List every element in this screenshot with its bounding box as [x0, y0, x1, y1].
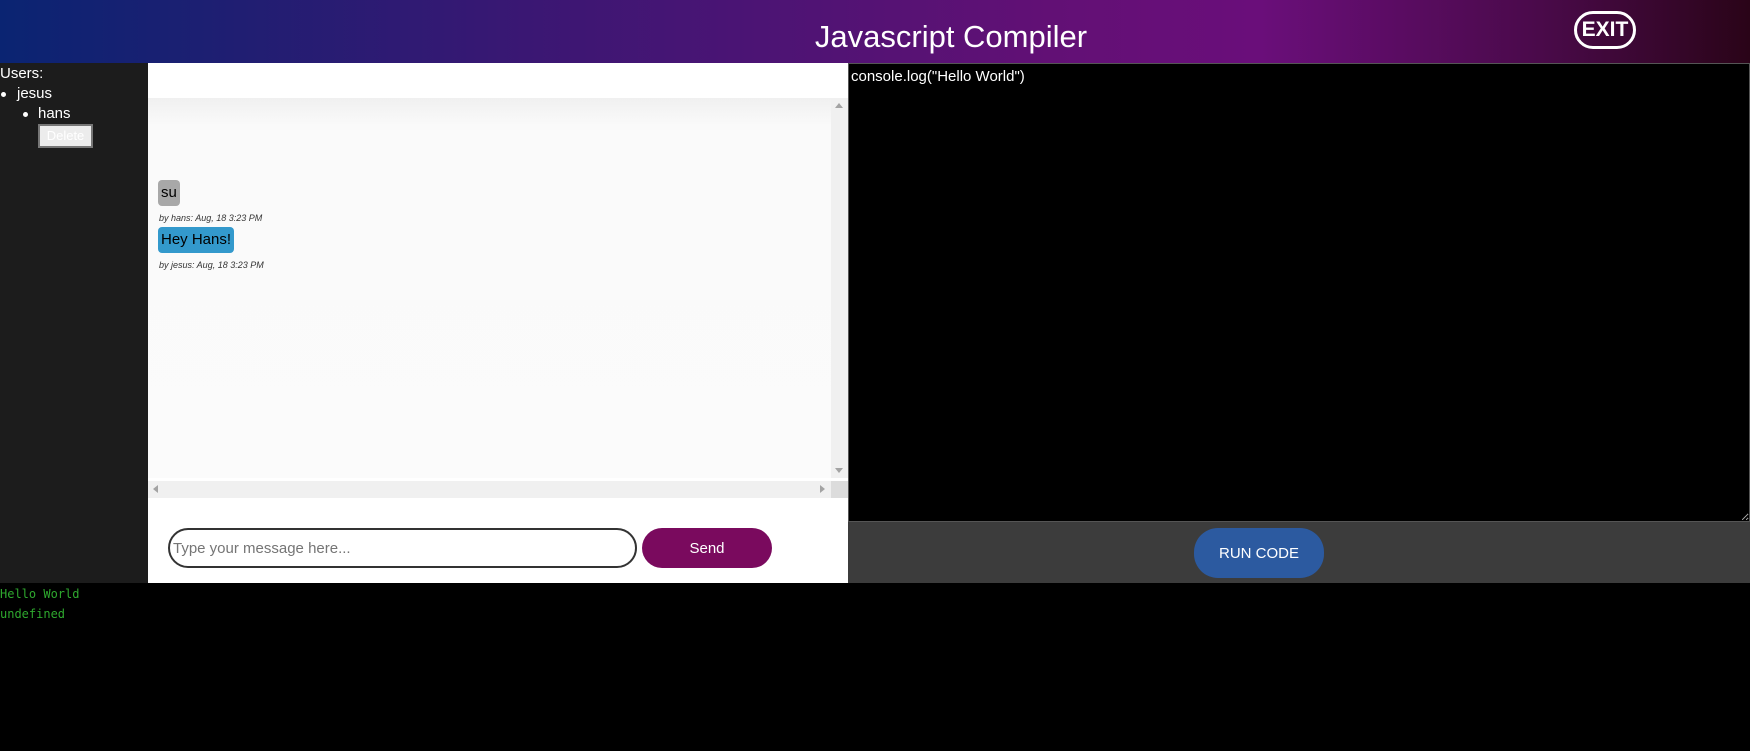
scroll-up-icon[interactable]: [835, 103, 843, 108]
chat-panel: su by hans: Aug, 18 3:23 PM Hey Hans! by…: [148, 63, 848, 583]
message-bubble: Hey Hans!: [158, 227, 235, 253]
horizontal-scrollbar[interactable]: [148, 481, 848, 498]
delete-user-button[interactable]: Delete: [38, 124, 93, 148]
user-list-item: hans: [38, 105, 71, 122]
message-list[interactable]: su by hans: Aug, 18 3:23 PM Hey Hans! by…: [148, 98, 832, 478]
code-editor[interactable]: console.log("Hello World"): [848, 63, 1750, 522]
page-title: Javascript Compiler: [814, 19, 1088, 54]
scroll-left-icon[interactable]: [153, 485, 158, 493]
users-label: Users:: [0, 65, 44, 82]
chat-header-area: [148, 63, 848, 98]
send-button[interactable]: Send: [642, 528, 772, 568]
scroll-right-icon[interactable]: [820, 485, 825, 493]
message-meta: by jesus: Aug, 18 3:23 PM: [159, 260, 264, 270]
scroll-down-icon[interactable]: [835, 468, 843, 473]
console-output: Hello World undefined: [0, 583, 1750, 751]
scrollbar-corner: [831, 481, 848, 498]
run-toolbar: RUN CODE: [848, 522, 1750, 583]
console-line: Hello World: [0, 587, 80, 601]
bullet-icon: [23, 112, 28, 117]
users-sidebar: Users: jesus hans Delete: [0, 63, 148, 583]
user-list-item: jesus: [17, 85, 53, 102]
message-meta: by hans: Aug, 18 3:23 PM: [159, 213, 263, 223]
vertical-scrollbar[interactable]: [831, 98, 848, 478]
run-code-button[interactable]: RUN CODE: [1194, 528, 1324, 578]
app-header: Javascript Compiler EXIT: [0, 0, 1750, 63]
bullet-icon: [1, 92, 6, 97]
message-input[interactable]: [168, 528, 637, 568]
console-line: undefined: [0, 607, 66, 621]
message-bubble: su: [158, 180, 180, 206]
exit-button[interactable]: EXIT: [1574, 11, 1636, 49]
